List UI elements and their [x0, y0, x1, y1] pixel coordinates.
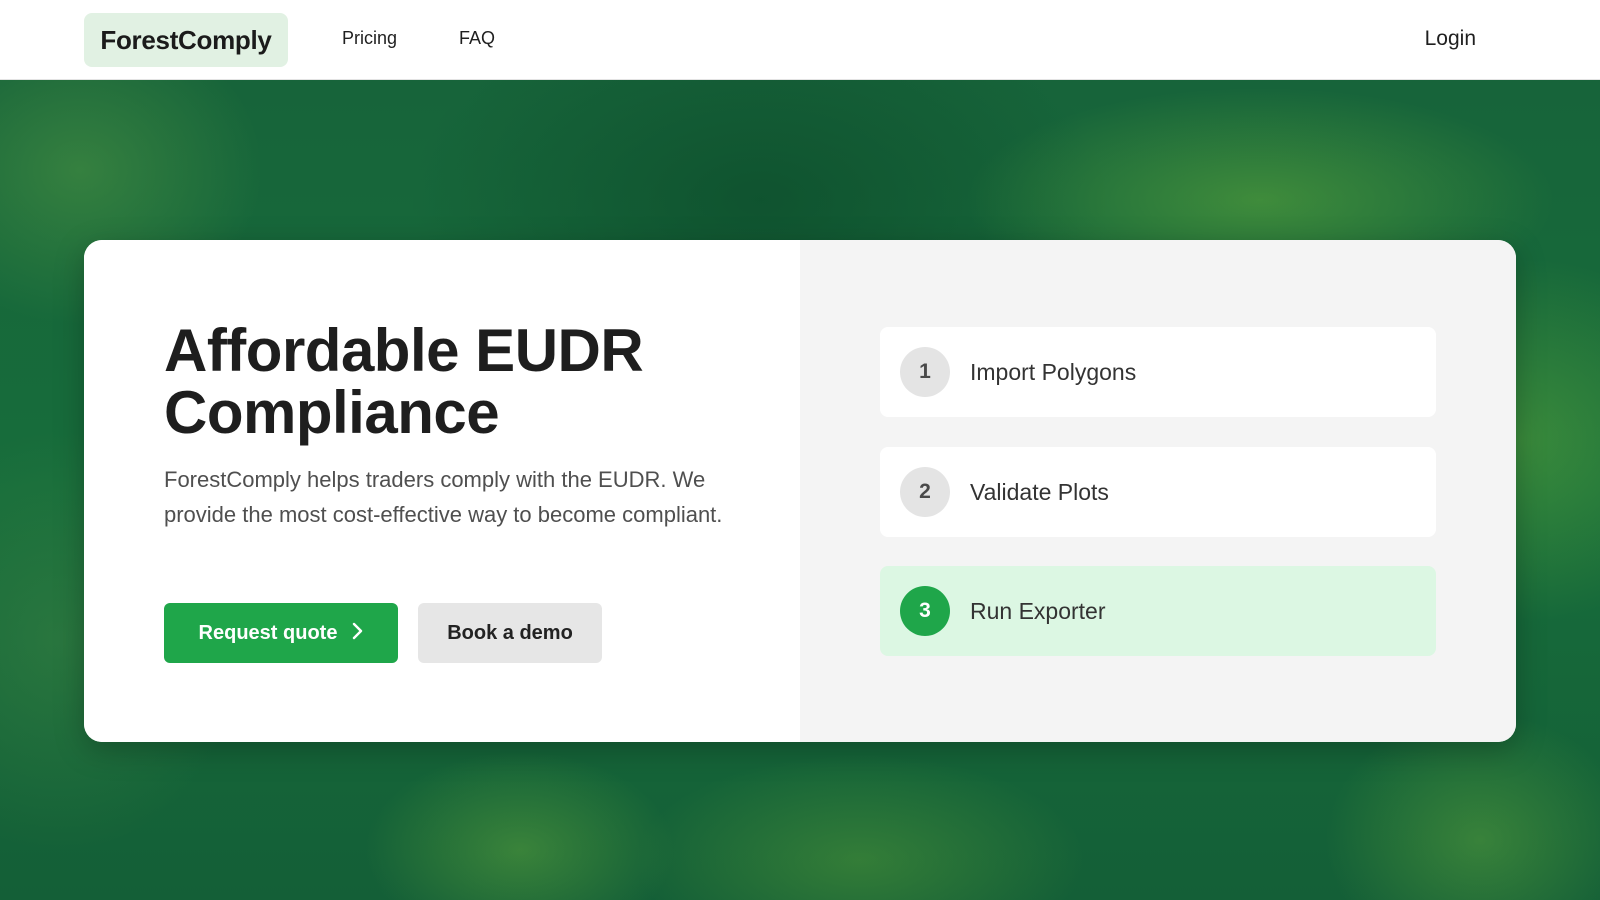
nav-link-pricing[interactable]: Pricing: [342, 28, 397, 49]
step-label: Import Polygons: [970, 358, 1137, 385]
hero-card-steps-panel: 1 Import Polygons 2 Validate Plots 3 Run…: [800, 240, 1516, 742]
hero-subtitle: ForestComply helps traders comply with t…: [164, 467, 723, 527]
step-label: Run Exporter: [970, 597, 1106, 624]
step-label: Validate Plots: [970, 478, 1109, 505]
step-validate-plots[interactable]: 2 Validate Plots: [880, 447, 1436, 537]
book-demo-button[interactable]: Book a demo: [418, 603, 602, 663]
chevron-right-icon: [351, 620, 363, 646]
nav-link-faq[interactable]: FAQ: [459, 28, 495, 49]
hero-card-left-panel: Affordable EUDR Compliance ForestComply …: [84, 240, 800, 742]
hero-card: Affordable EUDR Compliance ForestComply …: [84, 240, 1516, 742]
login-link[interactable]: Login: [1425, 27, 1476, 51]
step-number-badge: 1: [900, 347, 950, 397]
step-number-badge: 2: [900, 467, 950, 517]
hero-title: Affordable EUDR Compliance: [164, 317, 644, 446]
request-quote-button[interactable]: Request quote: [164, 603, 398, 663]
request-quote-label: Request quote: [198, 621, 338, 644]
step-run-exporter[interactable]: 3 Run Exporter: [880, 566, 1436, 656]
step-number-badge: 3: [900, 586, 950, 636]
brand-logo[interactable]: ForestComply: [84, 13, 288, 67]
step-import-polygons[interactable]: 1 Import Polygons: [880, 327, 1436, 417]
top-navigation-bar: ForestComply Pricing FAQ Login: [0, 0, 1600, 80]
